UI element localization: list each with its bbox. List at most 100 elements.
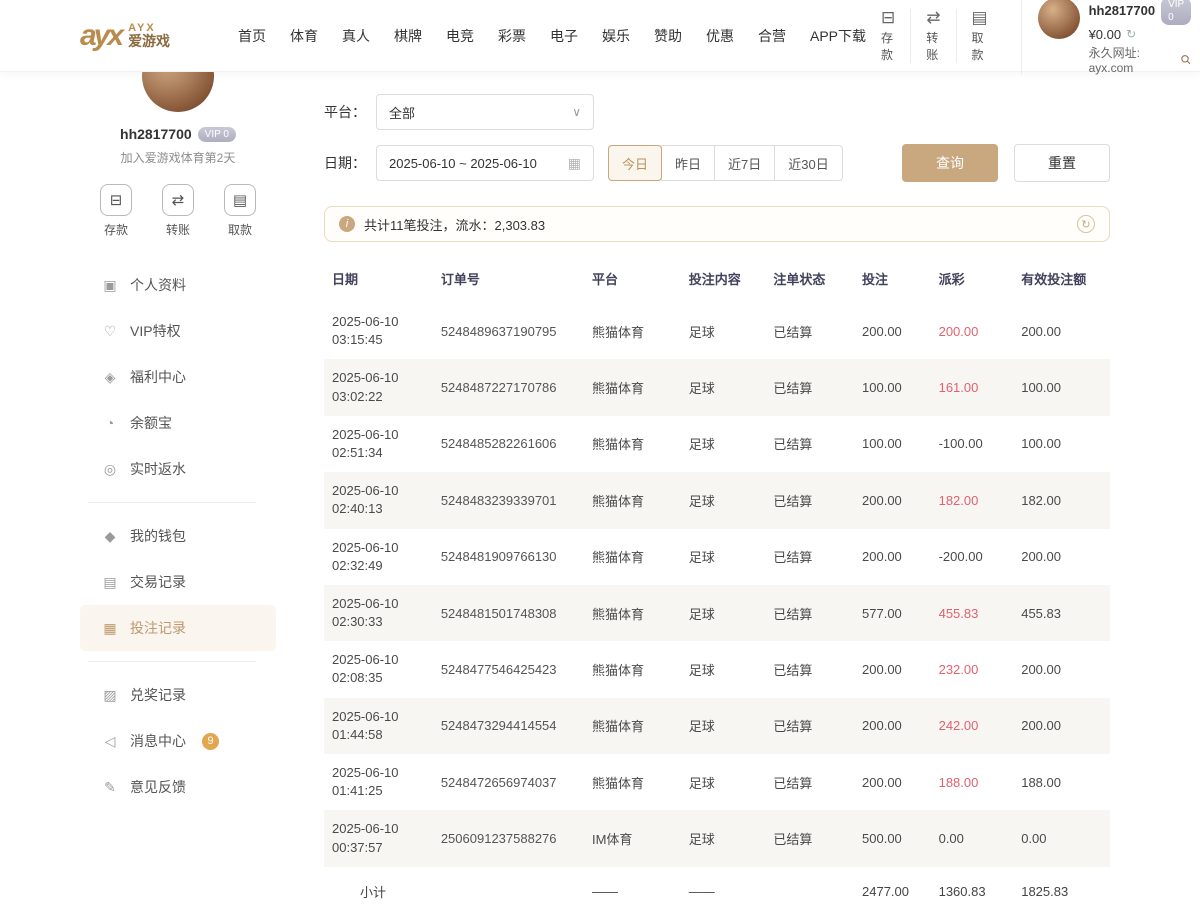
header-action-withdraw[interactable]: ▤取款 — [956, 9, 1003, 63]
search-button[interactable]: 查询 — [902, 144, 998, 182]
nav-item[interactable]: 电竞 — [446, 26, 474, 46]
quick-date-button[interactable]: 今日 — [608, 145, 662, 181]
wallet-action-withdraw[interactable]: ▤取款 — [224, 184, 256, 238]
sidebar-item-prize[interactable]: ▨兑奖记录 — [80, 672, 276, 718]
reset-button[interactable]: 重置 — [1014, 144, 1110, 182]
sidebar-item-messages[interactable]: ◁消息中心9 — [80, 718, 276, 764]
search-icon[interactable] — [1180, 53, 1191, 66]
table-row: 2025-06-1003:02:225248487227170786熊猫体育足球… — [324, 359, 1110, 415]
payout-amount: 232.00 — [931, 641, 1014, 697]
payout-amount: 161.00 — [931, 359, 1014, 415]
chevron-down-icon: ∨ — [572, 105, 581, 119]
quick-date-button[interactable]: 近7日 — [714, 145, 775, 181]
sidebar-item-label: 投注记录 — [130, 618, 186, 638]
platform-name: 熊猫体育 — [584, 303, 681, 359]
platform-name: 熊猫体育 — [584, 359, 681, 415]
piggy-bank-icon: ◔ — [100, 415, 120, 431]
order-number: 5248481501748308 — [433, 585, 584, 641]
sidebar-item-welfare[interactable]: ◈福利中心 — [80, 354, 276, 400]
table-row: 2025-06-1002:32:495248481909766130熊猫体育足球… — [324, 529, 1110, 585]
subtotal-status — [765, 867, 854, 916]
platform-name: 熊猫体育 — [584, 416, 681, 472]
sidebar-item-vip[interactable]: ♡VIP特权 — [80, 308, 276, 354]
nav-item[interactable]: 赞助 — [654, 26, 682, 46]
bet-date: 2025-06-1001:44:58 — [324, 698, 433, 754]
sidebar-item-bet-records[interactable]: ▦投注记录 — [80, 605, 276, 651]
subtotal-bet: 2477.00 — [854, 867, 931, 916]
sidebar-item-transactions[interactable]: ▤交易记录 — [80, 559, 276, 605]
platform-name: IM体育 — [584, 810, 681, 866]
refresh-icon[interactable]: ↻ — [1077, 215, 1095, 233]
user-avatar[interactable] — [1038, 0, 1080, 39]
table-row: 2025-06-1003:15:455248489637190795熊猫体育足球… — [324, 303, 1110, 359]
nav-item[interactable]: 电子 — [550, 26, 578, 46]
sidebar-item-label: 余额宝 — [130, 413, 172, 433]
sidebar-vip-badge: VIP 0 — [198, 127, 236, 142]
bet-amount: 200.00 — [854, 472, 931, 528]
header-action-deposit[interactable]: ⊟存款 — [866, 9, 910, 63]
column-header: 投注 — [854, 254, 931, 303]
bet-date-line: 2025-06-10 — [332, 313, 425, 331]
valid-bet-amount: 200.00 — [1013, 641, 1110, 697]
bet-date-line: 2025-06-10 — [332, 426, 425, 444]
platform-select[interactable]: 全部 ∨ — [376, 94, 594, 130]
quick-date-button[interactable]: 昨日 — [661, 145, 715, 181]
nav-item[interactable]: 棋牌 — [394, 26, 422, 46]
sidebar-username: hh2817700 — [120, 126, 192, 142]
column-header: 投注内容 — [681, 254, 766, 303]
table-body: 2025-06-1003:15:455248489637190795熊猫体育足球… — [324, 303, 1110, 916]
bet-amount: 100.00 — [854, 359, 931, 415]
table-row: 2025-06-1001:41:255248472656974037熊猫体育足球… — [324, 754, 1110, 810]
divider — [88, 661, 256, 662]
nav-item[interactable]: 彩票 — [498, 26, 526, 46]
nav-item[interactable]: 首页 — [238, 26, 266, 46]
bet-content: 足球 — [681, 641, 766, 697]
subtotal-payout: 1360.83 — [931, 867, 1014, 916]
logo[interactable]: ayx AYX 爱游戏 — [80, 21, 212, 51]
logo-name: 爱游戏 — [128, 34, 170, 49]
sidebar-item-profile[interactable]: ▣个人资料 — [80, 262, 276, 308]
quick-date-button[interactable]: 近30日 — [774, 145, 842, 181]
subtotal-platform: —— — [584, 867, 681, 916]
sidebar-item-label: 实时返水 — [130, 459, 186, 479]
bet-time-line: 03:02:22 — [332, 388, 425, 406]
sidebar-item-feedback[interactable]: ✎意见反馈 — [80, 764, 276, 810]
nav-item[interactable]: 娱乐 — [602, 26, 630, 46]
column-header: 平台 — [584, 254, 681, 303]
nav-item[interactable]: APP下载 — [810, 26, 866, 46]
nav-item[interactable]: 真人 — [342, 26, 370, 46]
transfer-icon: ⇄ — [926, 9, 940, 26]
valid-bet-amount: 188.00 — [1013, 754, 1110, 810]
wallet-action-deposit[interactable]: ⊟存款 — [100, 184, 132, 238]
bet-status: 已结算 — [765, 754, 854, 810]
sidebar-item-label: 消息中心 — [130, 731, 186, 751]
platform-select-value: 全部 — [389, 103, 415, 122]
wallet-action-label: 取款 — [228, 221, 252, 238]
bet-date-line: 2025-06-10 — [332, 482, 425, 500]
refresh-balance-icon[interactable]: ↻ — [1126, 27, 1136, 41]
bet-status: 已结算 — [765, 698, 854, 754]
bet-amount: 100.00 — [854, 416, 931, 472]
bet-amount: 200.00 — [854, 529, 931, 585]
nav-item[interactable]: 优惠 — [706, 26, 734, 46]
sidebar-item-wallet[interactable]: ◆我的钱包 — [80, 513, 276, 559]
sidebar-item-yuebao[interactable]: ◔ 余额宝 — [80, 400, 276, 446]
bet-time-line: 01:44:58 — [332, 726, 425, 744]
bet-date-line: 2025-06-10 — [332, 820, 425, 838]
bet-date: 2025-06-1003:02:22 — [324, 359, 433, 415]
nav-item[interactable]: 体育 — [290, 26, 318, 46]
wallet-icon: ◆ — [100, 528, 120, 545]
profile-icon: ▣ — [100, 277, 120, 294]
sidebar-avatar — [142, 72, 214, 112]
wallet-action-transfer[interactable]: ⇄转账 — [162, 184, 194, 238]
sidebar-item-rebate[interactable]: ◎实时返水 — [80, 446, 276, 492]
bet-date-line: 2025-06-10 — [332, 369, 425, 387]
date-range-input[interactable]: 2025-06-10 ~ 2025-06-10 ▦ — [376, 145, 594, 181]
platform-name: 熊猫体育 — [584, 529, 681, 585]
nav-item[interactable]: 合营 — [758, 26, 786, 46]
payout-amount: 455.83 — [931, 585, 1014, 641]
column-header: 注单状态 — [765, 254, 854, 303]
summary-text: 共计11笔投注，流水：2,303.83 — [364, 215, 545, 234]
table-row: 2025-06-1002:30:335248481501748308熊猫体育足球… — [324, 585, 1110, 641]
header-action-transfer[interactable]: ⇄转账 — [910, 9, 955, 63]
